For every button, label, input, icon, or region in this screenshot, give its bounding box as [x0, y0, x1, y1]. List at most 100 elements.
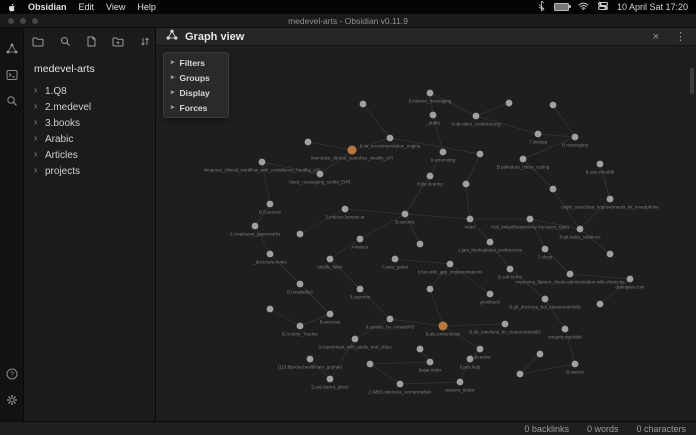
folder-item-2.medevel[interactable]: ›2.medevel [24, 99, 155, 115]
graph-node[interactable] [597, 301, 604, 308]
graph-node[interactable] [267, 306, 274, 313]
graph-node[interactable] [360, 101, 367, 108]
graph-node[interactable] [467, 216, 474, 223]
quick-switcher-icon[interactable] [5, 94, 19, 108]
folder-item-projects[interactable]: ›projects [24, 163, 155, 179]
folder-item-3.books[interactable]: ›3.books [24, 115, 155, 131]
folder-item-1.Q8[interactable]: ›1.Q8 [24, 83, 155, 99]
menubar-clock[interactable]: 10 April Sat 17:20 [617, 2, 688, 12]
graph-node[interactable] [487, 291, 494, 298]
battery-icon[interactable] [554, 3, 569, 11]
graph-node[interactable] [477, 346, 484, 353]
graph-node[interactable] [537, 351, 544, 358]
vault-name[interactable]: medevel-arts [24, 51, 155, 83]
graph-node[interactable] [259, 159, 266, 166]
search-tab-icon[interactable] [60, 36, 71, 47]
settings-gear-icon[interactable] [5, 393, 19, 407]
graph-node[interactable] [352, 336, 359, 343]
more-options-icon[interactable]: ⋮ [675, 30, 686, 43]
graph-node[interactable] [327, 256, 334, 263]
graph-node[interactable] [417, 346, 424, 353]
control-center-icon[interactable] [598, 2, 608, 12]
graph-node[interactable] [357, 236, 364, 243]
graph-node[interactable] [477, 151, 484, 158]
graph-node[interactable] [387, 135, 394, 142]
graph-node[interactable] [317, 171, 324, 178]
menu-item-obsidian[interactable]: Obsidian [28, 2, 67, 12]
graph-node[interactable] [427, 359, 434, 366]
menu-item-edit[interactable]: Edit [79, 2, 95, 12]
graph-node[interactable] [567, 271, 574, 278]
graph-node[interactable] [463, 181, 470, 188]
folder-item-Articles[interactable]: ›Articles [24, 147, 155, 163]
new-folder-icon[interactable] [112, 37, 124, 47]
graph-node[interactable] [387, 316, 394, 323]
graph-node[interactable] [562, 326, 569, 333]
graph-node[interactable] [348, 146, 357, 155]
graph-node[interactable] [357, 286, 364, 293]
graph-node[interactable] [267, 251, 274, 258]
graph-node[interactable] [397, 381, 404, 388]
graph-node[interactable] [327, 311, 334, 318]
graph-node[interactable] [572, 134, 579, 141]
graph-node[interactable] [267, 201, 274, 208]
graph-canvas[interactable]: 8.indexer_messaging_drafts8.ab.video_con… [156, 46, 696, 421]
graph-node[interactable] [627, 276, 634, 283]
folder-item-Arabic[interactable]: ›Arabic [24, 131, 155, 147]
graph-node[interactable] [439, 322, 448, 331]
graph-node[interactable] [252, 223, 259, 230]
panel-section-display[interactable]: ▸Display [164, 85, 228, 100]
graph-node[interactable] [427, 173, 434, 180]
graph-node[interactable] [473, 113, 480, 120]
graph-node[interactable] [297, 281, 304, 288]
graph-node[interactable] [297, 323, 304, 330]
graph-node[interactable] [297, 231, 304, 238]
graph-node[interactable] [517, 371, 524, 378]
graph-node[interactable] [542, 296, 549, 303]
apple-menu-icon[interactable] [8, 3, 16, 12]
graph-node[interactable] [502, 321, 509, 328]
menu-item-help[interactable]: Help [137, 2, 156, 12]
graph-node[interactable] [607, 251, 614, 258]
panel-section-forces[interactable]: ▸Forces [164, 100, 228, 115]
graph-node[interactable] [527, 216, 534, 223]
graph-node[interactable] [447, 261, 454, 268]
traffic-lights[interactable] [8, 18, 38, 24]
graph-node[interactable] [440, 149, 447, 156]
graph-node[interactable] [457, 379, 464, 386]
graph-node[interactable] [467, 356, 474, 363]
wifi-icon[interactable] [578, 2, 589, 12]
graph-node[interactable] [327, 376, 334, 383]
graph-node[interactable] [607, 196, 614, 203]
menu-item-view[interactable]: View [106, 2, 125, 12]
graph-node[interactable] [402, 211, 409, 218]
command-palette-icon[interactable] [5, 68, 19, 82]
close-pane-icon[interactable]: × [653, 31, 659, 43]
graph-node[interactable] [307, 356, 314, 363]
vertical-scrollbar[interactable] [690, 68, 694, 94]
graph-node[interactable] [392, 256, 399, 263]
panel-section-filters[interactable]: ▸Filters [164, 55, 228, 70]
panel-section-groups[interactable]: ▸Groups [164, 70, 228, 85]
graph-node[interactable] [367, 361, 374, 368]
graph-network[interactable]: 8.indexer_messaging_drafts8.ab.video_con… [156, 46, 696, 421]
graph-node[interactable] [520, 156, 527, 163]
graph-node[interactable] [427, 90, 434, 97]
graph-node[interactable] [487, 239, 494, 246]
graph-view-ribbon-icon[interactable] [5, 42, 19, 56]
graph-node[interactable] [417, 241, 424, 248]
graph-node[interactable] [550, 102, 557, 109]
graph-node[interactable] [430, 112, 437, 119]
graph-node[interactable] [427, 286, 434, 293]
bluetooth-icon[interactable] [538, 1, 545, 13]
graph-node[interactable] [550, 186, 557, 193]
graph-node[interactable] [577, 226, 584, 233]
file-explorer-tab-icon[interactable] [32, 37, 44, 47]
new-note-icon[interactable] [87, 36, 96, 47]
graph-node[interactable] [305, 139, 312, 146]
graph-node[interactable] [507, 266, 514, 273]
sort-order-icon[interactable] [140, 36, 150, 47]
graph-node[interactable] [506, 100, 513, 107]
graph-node[interactable] [535, 131, 542, 138]
graph-node[interactable] [542, 246, 549, 253]
